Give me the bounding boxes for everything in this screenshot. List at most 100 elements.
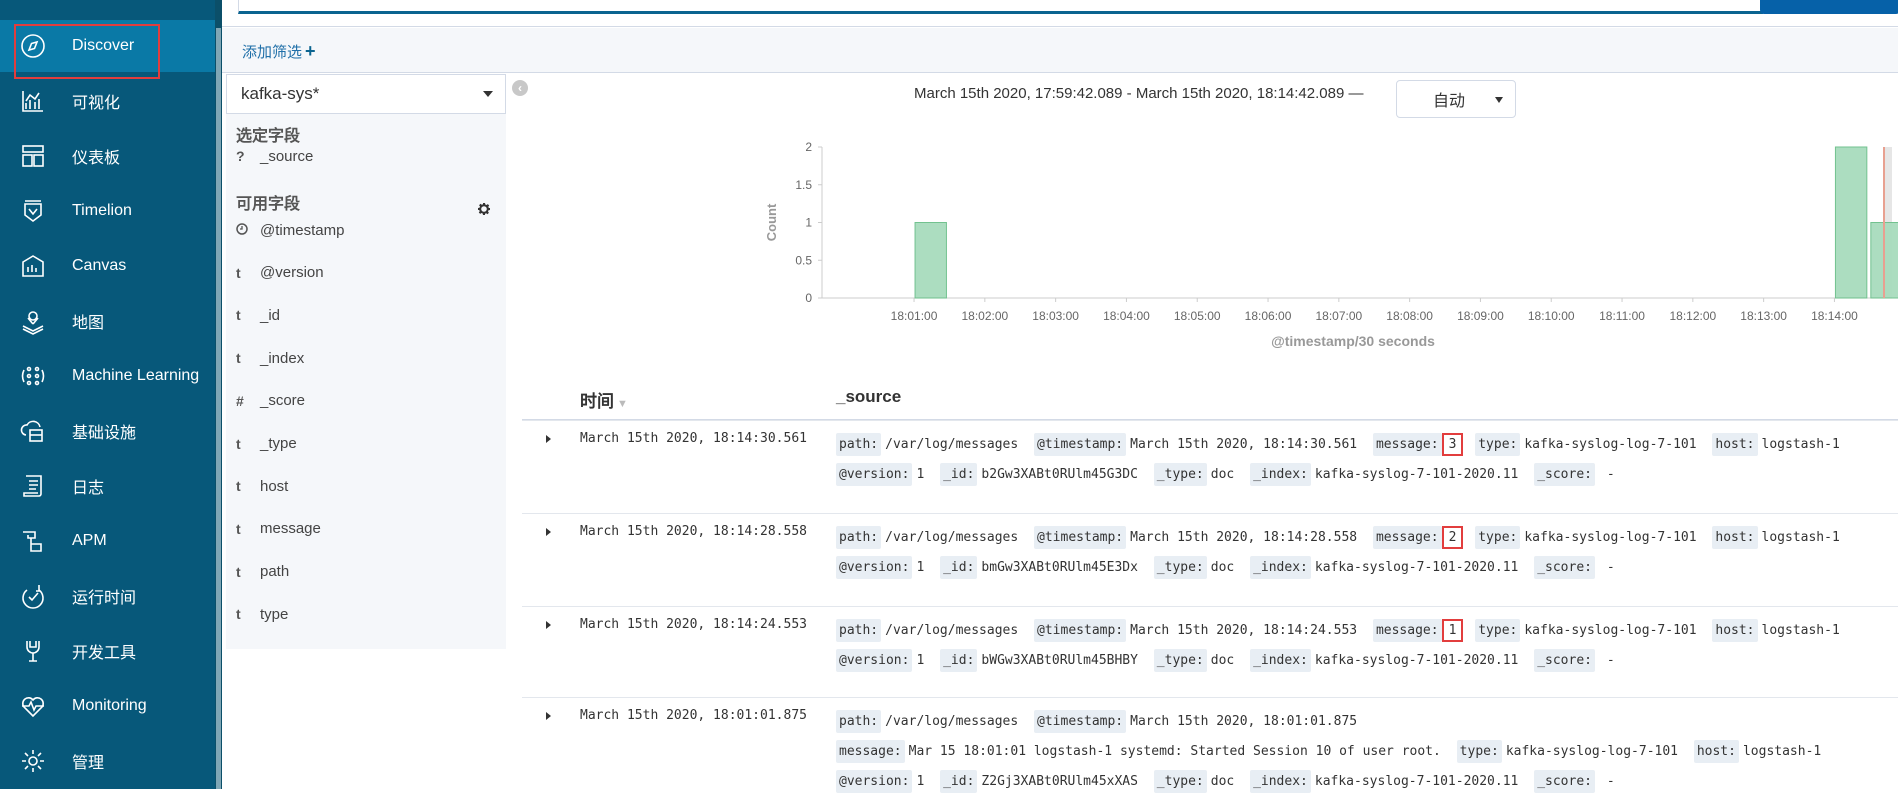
gear-icon[interactable] <box>476 201 492 217</box>
field-key: path: <box>836 710 882 733</box>
table-row: March 15th 2020, 18:14:30.561 path:/var/l… <box>522 420 1898 513</box>
field-value: bWGw3XABt0RUlm45BHBY <box>981 653 1138 668</box>
table-row: March 15th 2020, 18:14:28.558 path:/var/l… <box>522 513 1898 606</box>
sidebar-item-canvas[interactable]: Canvas <box>0 240 215 292</box>
sidebar-item-开发工具[interactable]: 开发工具 <box>0 625 215 677</box>
field-value: /var/log/messages <box>885 623 1019 638</box>
field-key: @version: <box>836 463 913 486</box>
x-tick-label: 18:14:00 <box>1811 309 1858 323</box>
x-tick-label: 18:04:00 <box>1103 309 1150 323</box>
field-name: path <box>260 563 290 581</box>
main-content: 添加筛选 + kafka-sys* 选定字段 可用字段 ? _source @tim… <box>222 0 1898 793</box>
field-item[interactable]: @timestamp <box>236 218 344 242</box>
source-field: _type: doc <box>1153 463 1242 486</box>
query-bar <box>222 0 1898 27</box>
field-key: _type: <box>1153 463 1207 486</box>
source-field: _index: kafka-syslog-7-101-2020.11 <box>1250 463 1526 486</box>
field-value: March 15th 2020, 18:14:24.553 <box>1130 623 1358 638</box>
expand-row-icon[interactable] <box>546 621 551 629</box>
sidebar-item-日志[interactable]: 日志 <box>0 460 215 512</box>
field-value: kafka-syslog-7-101-2020.11 <box>1314 467 1519 482</box>
field-item[interactable]: t _index <box>236 346 304 370</box>
sidebar-item-可视化[interactable]: 可视化 <box>0 75 215 127</box>
compass-icon <box>16 29 50 63</box>
sidebar-item-仪表板[interactable]: 仪表板 <box>0 130 215 182</box>
row-timestamp: March 15th 2020, 18:14:24.553 <box>580 617 807 632</box>
source-field: @timestamp: March 15th 2020, 18:14:28.558 <box>1034 526 1365 549</box>
collapse-sidebar-icon[interactable]: ‹ <box>512 80 528 96</box>
sidebar-item-apm[interactable]: APM <box>0 515 215 567</box>
field-key: host: <box>1693 740 1739 763</box>
interval-value: 自动 <box>1433 93 1466 110</box>
field-item[interactable]: t _type <box>236 432 297 456</box>
expand-row-icon[interactable] <box>546 528 551 536</box>
sidebar-item-地图[interactable]: 地图 <box>0 295 215 347</box>
field-value: logstash-1 <box>1761 623 1840 638</box>
field-item[interactable]: # _score <box>236 389 305 413</box>
index-pattern-select[interactable]: kafka-sys* <box>226 74 506 114</box>
field-key: message: <box>1372 619 1442 642</box>
field-item[interactable]: t path <box>236 560 289 584</box>
field-item[interactable]: t @version <box>236 261 324 285</box>
source-field: @timestamp: March 15th 2020, 18:14:30.561 <box>1034 433 1365 456</box>
source-field: type: kafka-syslog-log-7-101 <box>1475 619 1704 642</box>
source-field: message: 2 <box>1372 526 1467 549</box>
sidebar-item-运行时间[interactable]: 运行时间 <box>0 570 215 622</box>
source-field: _score: - <box>1534 770 1622 793</box>
field-value: b2Gw3XABt0RUlm45G3DC <box>981 467 1138 482</box>
sort-down-icon[interactable]: ▼ <box>617 398 628 410</box>
gear-icon <box>16 744 50 778</box>
field-key: _id: <box>940 463 978 486</box>
source-field: path:/var/log/messages <box>836 710 1026 733</box>
field-item[interactable]: t message <box>236 517 321 541</box>
field-item[interactable]: t _id <box>236 303 280 327</box>
field-key: type: <box>1475 433 1521 456</box>
source-field: _type: doc <box>1153 770 1242 793</box>
source-field: _type: doc <box>1153 556 1242 579</box>
sidebar-item-discover[interactable]: Discover <box>0 20 215 72</box>
sidebar-item-label: 日志 <box>72 480 105 497</box>
source-field: message: 3 <box>1372 433 1467 456</box>
source-column-header: _source <box>836 387 902 406</box>
field-name: _type <box>260 435 297 452</box>
field-item[interactable]: t host <box>236 474 288 498</box>
sidebar-item-timelion[interactable]: Timelion <box>0 185 215 237</box>
expand-row-icon[interactable] <box>546 435 551 443</box>
field-key: _type: <box>1153 556 1207 579</box>
time-column-header[interactable]: 时间 ▼ <box>580 387 628 412</box>
histogram-bar <box>914 222 947 299</box>
sidebar-scrollbar[interactable] <box>215 0 222 789</box>
refresh-button[interactable] <box>1760 0 1898 14</box>
sidebar-item-monitoring[interactable]: Monitoring <box>0 680 215 732</box>
row-timestamp: March 15th 2020, 18:14:30.561 <box>580 431 807 446</box>
source-field: _score: - <box>1534 649 1622 672</box>
infrastructure-icon <box>16 414 50 448</box>
sidebar-nav: Discover 可视化 仪表板 Timelion Canvas 地图 Machine Le… <box>0 0 215 789</box>
field-key: _index: <box>1250 770 1311 793</box>
field-key: host: <box>1712 433 1758 456</box>
interval-select[interactable]: 自动 <box>1396 80 1516 118</box>
source-field: host: logstash-1 <box>1693 740 1829 763</box>
scrollbar-thumb[interactable] <box>216 28 221 789</box>
field-key: _id: <box>940 770 978 793</box>
sidebar-item-label: 地图 <box>72 315 105 332</box>
field-item[interactable]: ? _source <box>236 144 313 168</box>
sidebar-item-machine-learning[interactable]: Machine Learning <box>0 350 215 402</box>
search-input[interactable] <box>238 0 1763 14</box>
sidebar-item-管理[interactable]: 管理 <box>0 735 215 787</box>
field-value: doc <box>1210 774 1235 789</box>
sidebar-item-label: Timelion <box>72 202 132 219</box>
source-field: _id: Z2Gj3XABt0RUlm45xXAS <box>940 770 1146 793</box>
x-tick-label: 18:13:00 <box>1740 309 1787 323</box>
sidebar-item-label: Discover <box>72 37 135 54</box>
field-value: doc <box>1210 467 1235 482</box>
sidebar-item-基础设施[interactable]: 基础设施 <box>0 405 215 457</box>
y-tick-label: 1.5 <box>795 178 812 192</box>
field-item[interactable]: t type <box>236 602 288 626</box>
field-key: _index: <box>1250 463 1311 486</box>
expand-row-icon[interactable] <box>546 712 551 720</box>
add-filter-button[interactable]: 添加筛选 + <box>242 41 316 62</box>
sidebar-item-label: Machine Learning <box>72 367 200 384</box>
field-name: @timestamp <box>260 221 345 239</box>
field-key: @version: <box>836 770 913 793</box>
